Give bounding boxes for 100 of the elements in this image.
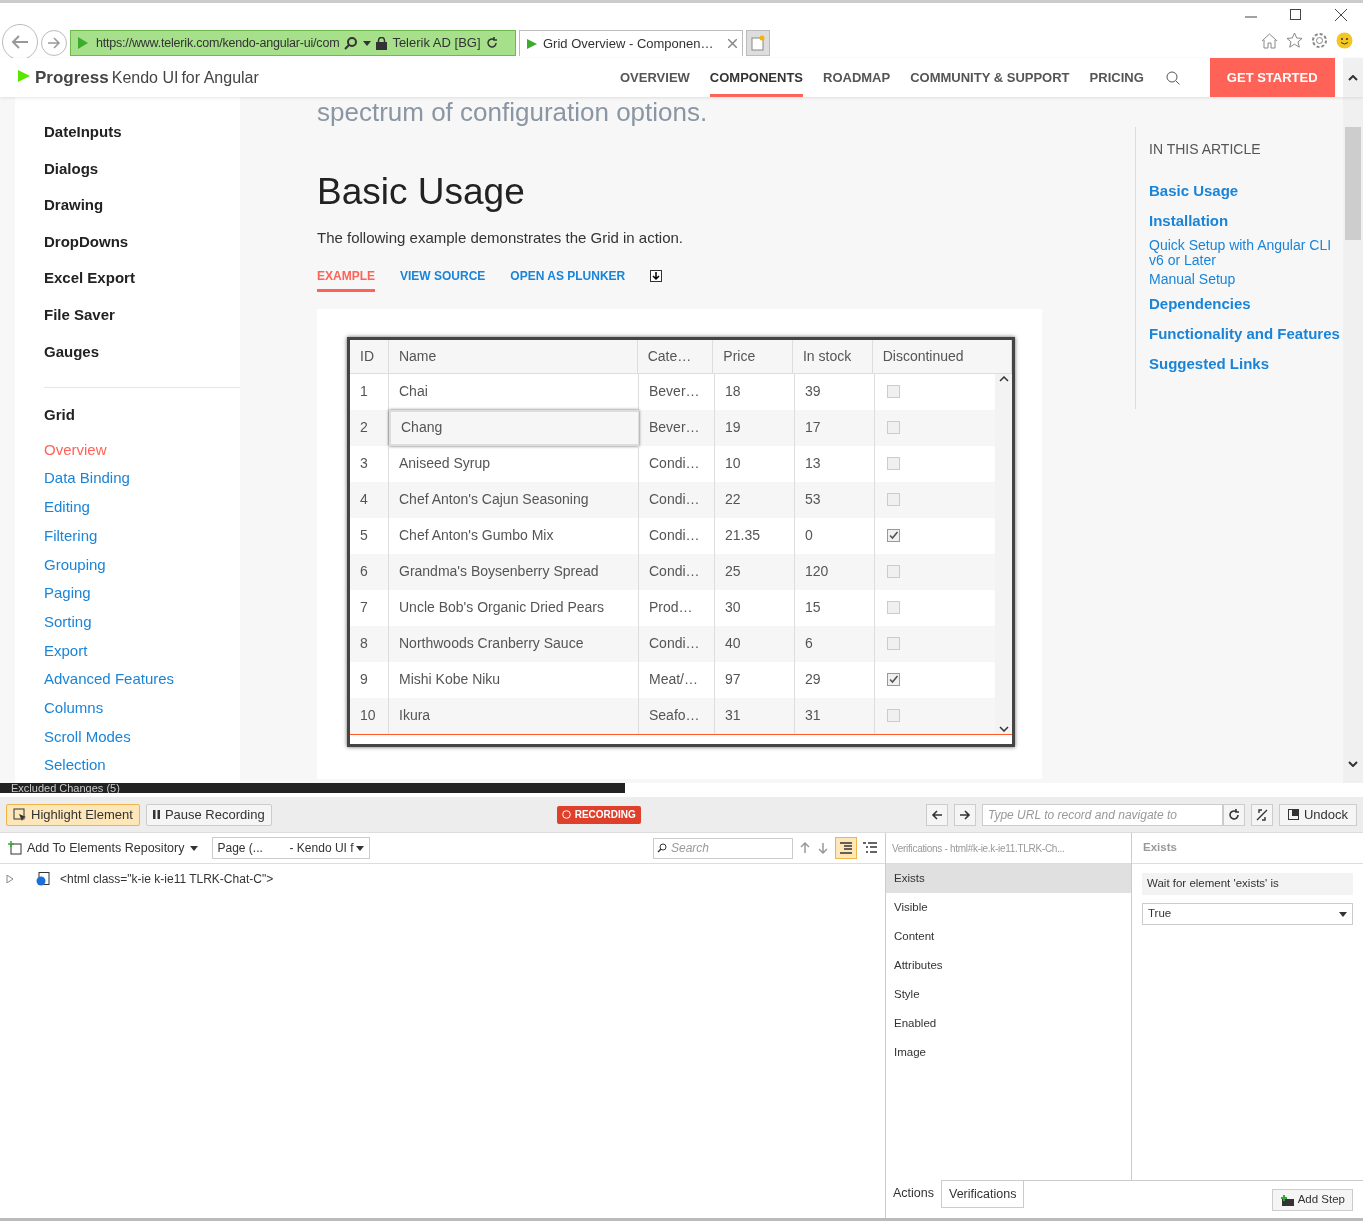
verifications-title: Verifications - html#k-ie.k-ie11.TLRK-Ch... xyxy=(892,841,1065,856)
settings-icon[interactable] xyxy=(1311,32,1328,49)
checkbox[interactable] xyxy=(887,637,900,650)
sidebar-link[interactable]: Grouping xyxy=(44,553,106,577)
verification-item[interactable]: Attributes xyxy=(886,951,1131,980)
new-tab-button[interactable] xyxy=(746,30,770,56)
expand-toggle[interactable] xyxy=(6,875,14,883)
star-icon[interactable] xyxy=(1286,32,1303,49)
example-tab[interactable]: VIEW SOURCE xyxy=(400,266,486,292)
smiley-icon[interactable] xyxy=(1336,32,1353,49)
add-step-button[interactable]: Add Step xyxy=(1271,1189,1353,1211)
forward-button[interactable] xyxy=(953,803,976,826)
caret-down-icon xyxy=(189,845,198,851)
checkbox[interactable] xyxy=(887,601,900,614)
caret-down-icon xyxy=(355,845,364,851)
column-header[interactable]: Cate… xyxy=(637,339,714,373)
value-dropdown[interactable]: True xyxy=(1142,903,1353,925)
tree-list-icon[interactable] xyxy=(863,842,877,854)
column-header[interactable]: ID xyxy=(350,339,389,373)
sidebar-link[interactable]: Columns xyxy=(44,696,104,720)
reload-button[interactable] xyxy=(1222,803,1245,826)
page-dropdown[interactable]: Page (... - Kendo UI f xyxy=(211,837,370,859)
arrow-down-icon[interactable] xyxy=(817,842,829,854)
download-icon[interactable] xyxy=(650,270,663,282)
example-tab[interactable]: OPEN AS PLUNKER xyxy=(510,266,626,292)
close-icon[interactable] xyxy=(1335,9,1347,21)
sidebar-link[interactable]: Paging xyxy=(44,582,91,605)
search-field[interactable]: Search xyxy=(653,837,793,859)
sidebar-link[interactable]: DateInputs xyxy=(44,121,122,144)
checkbox[interactable] xyxy=(887,385,900,398)
grid-scrollbar[interactable] xyxy=(995,373,1012,734)
scroll-up-button[interactable] xyxy=(1343,58,1363,97)
column-header[interactable]: Price xyxy=(713,339,793,373)
sidebar-link[interactable]: Grid xyxy=(44,404,75,427)
toc-link[interactable]: Dependencies xyxy=(1149,295,1340,313)
address-bar[interactable]: https://www.telerik.com/kendo-angular-ui/com Telerik AD [BG] xyxy=(70,30,516,56)
verification-item[interactable]: Image xyxy=(886,1038,1131,1067)
caret-up-icon xyxy=(1348,74,1358,81)
column-header[interactable]: Discontinued xyxy=(872,339,1012,373)
sidebar-link[interactable]: Drawing xyxy=(44,194,104,217)
sidebar-link[interactable]: File Saver xyxy=(44,303,115,327)
caret-down-icon xyxy=(1348,761,1358,767)
scrollbar-thumb[interactable] xyxy=(1345,127,1361,240)
checkbox[interactable] xyxy=(887,457,900,470)
nav-link[interactable]: COMMUNITY & SUPPORT xyxy=(910,58,1070,97)
column-header[interactable]: In stock xyxy=(793,339,873,373)
toc-link[interactable]: Functionality and Features xyxy=(1149,325,1340,343)
tree-node[interactable]: <html class="k-ie k-ie11 TLRK-Chat-C"> xyxy=(60,870,274,888)
sidebar-link[interactable]: Sorting xyxy=(44,610,92,634)
browser-tab[interactable]: Grid Overview - Componen… xyxy=(519,30,743,56)
toc-link[interactable]: Manual Setup xyxy=(1149,272,1334,287)
toc-link[interactable]: Basic Usage xyxy=(1149,182,1340,200)
toc-link[interactable]: Suggested Links xyxy=(1149,355,1340,373)
add-to-repository-button[interactable]: Add To Elements Repository xyxy=(8,838,198,858)
sidebar-link[interactable]: Data Binding xyxy=(44,467,130,490)
sidebar-link[interactable]: DropDowns xyxy=(44,230,129,254)
sidebar-link[interactable]: Excel Export xyxy=(44,267,135,290)
sidebar-link[interactable]: Export xyxy=(44,639,88,663)
undock-button[interactable]: Undock xyxy=(1278,803,1357,826)
verification-item[interactable]: Content xyxy=(886,922,1131,951)
url-input[interactable]: Type URL to record and navigate to xyxy=(981,803,1223,826)
verification-item[interactable]: Enabled xyxy=(886,1009,1131,1038)
maximize-icon[interactable] xyxy=(1290,9,1302,21)
tree-view-button[interactable] xyxy=(835,837,857,859)
table-cell: 31 xyxy=(715,697,795,734)
panel-tab[interactable]: Verifications xyxy=(941,1181,1025,1208)
highlight-element-button[interactable]: Highlight Element xyxy=(6,803,140,826)
sidebar-link[interactable]: Scroll Modes xyxy=(44,725,131,749)
arrow-up-icon[interactable] xyxy=(799,842,811,854)
checkbox[interactable] xyxy=(887,709,900,722)
sidebar-link[interactable]: Dialogs xyxy=(44,157,99,181)
sidebar-link[interactable]: Gauges xyxy=(44,340,100,364)
toc-link[interactable]: Quick Setup with Angular CLI v6 or Later xyxy=(1149,238,1334,268)
checkbox[interactable] xyxy=(887,565,900,578)
verification-item[interactable]: Visible xyxy=(886,893,1131,922)
checkbox[interactable] xyxy=(887,493,900,506)
pause-recording-button[interactable]: Pause Recording xyxy=(145,803,272,826)
checkbox[interactable] xyxy=(887,421,900,434)
checkbox[interactable] xyxy=(887,529,900,542)
sync-button[interactable] xyxy=(1250,803,1273,826)
home-icon[interactable] xyxy=(1261,32,1278,49)
page-scrollbar[interactable] xyxy=(1343,97,1363,783)
nav-link[interactable]: OVERVIEW xyxy=(620,58,690,97)
checkbox[interactable] xyxy=(887,673,900,686)
table-cell: Bever… xyxy=(639,409,715,446)
table-cell: 21.35 xyxy=(715,517,795,554)
verification-item[interactable]: Style xyxy=(886,980,1131,1009)
search-icon[interactable] xyxy=(1165,70,1180,85)
verification-item[interactable]: Exists xyxy=(886,864,1131,893)
close-tab-icon[interactable] xyxy=(728,39,737,48)
nav-link[interactable]: ROADMAP xyxy=(823,58,891,97)
sidebar-link[interactable]: Editing xyxy=(44,496,90,519)
toc-link[interactable]: Installation xyxy=(1149,212,1340,230)
sidebar-link[interactable]: Advanced Features xyxy=(44,668,175,691)
back-button[interactable] xyxy=(925,803,948,826)
column-header[interactable]: Name xyxy=(388,339,638,373)
sidebar-link[interactable]: Selection xyxy=(44,754,106,777)
nav-link[interactable]: PRICING xyxy=(1089,58,1144,97)
new-tab-icon xyxy=(751,35,765,51)
sidebar-link[interactable]: Filtering xyxy=(44,524,98,548)
